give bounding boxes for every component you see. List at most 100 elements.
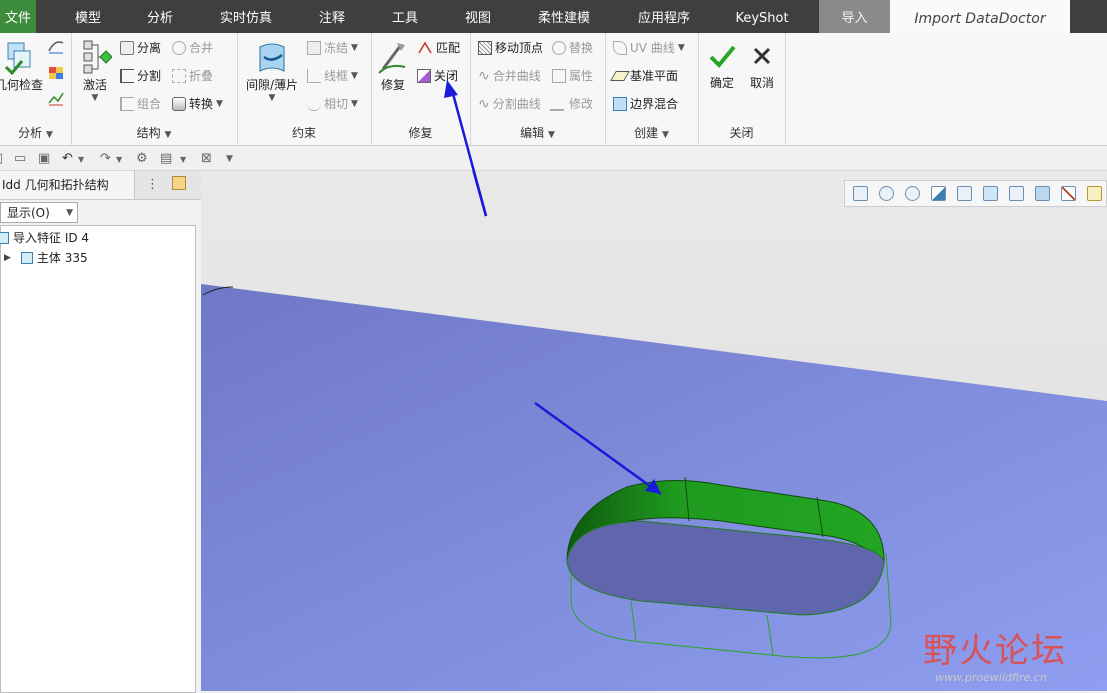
- close-label: 关闭: [434, 69, 459, 83]
- repaint-icon[interactable]: [931, 186, 946, 201]
- tab-geometry-topology[interactable]: Idd 几何和拓扑结构: [0, 171, 135, 199]
- tangent-caret-icon[interactable]: ▼: [351, 99, 358, 109]
- saved-orientations-icon[interactable]: [957, 186, 972, 201]
- tab-realtime-sim[interactable]: 实时仿真: [210, 0, 282, 33]
- wireframe-label: 线框: [324, 69, 349, 83]
- wireframe-caret-icon[interactable]: ▼: [351, 71, 358, 81]
- view-manager-icon[interactable]: [1009, 186, 1024, 201]
- close-window-icon[interactable]: ⊠: [201, 151, 212, 166]
- properties-button[interactable]: 属性: [552, 67, 593, 84]
- activate-caret-icon[interactable]: ▼: [75, 93, 115, 103]
- separate-icon: [120, 40, 134, 55]
- tab-applications[interactable]: 应用程序: [626, 0, 702, 33]
- merge-button[interactable]: 合并: [172, 39, 213, 56]
- tab-model[interactable]: 模型: [60, 0, 116, 33]
- separate-label: 分离: [137, 41, 162, 55]
- merge-label: 合并: [189, 41, 214, 55]
- split-curves-button[interactable]: ∿ 分割曲线: [478, 95, 541, 112]
- display-style-icon[interactable]: [983, 186, 998, 201]
- datum-display-icon[interactable]: [1061, 186, 1076, 201]
- curvature-icon[interactable]: [47, 39, 65, 55]
- show-dropdown-label: 显示(O): [7, 206, 50, 220]
- tab-annotate[interactable]: 注释: [304, 0, 360, 33]
- graphics-viewport[interactable]: 野火论坛 www.proewildfire.cn: [201, 171, 1107, 691]
- match-button[interactable]: 匹配: [417, 39, 460, 56]
- gap-sheet-caret-icon[interactable]: ▼: [241, 93, 303, 103]
- zoom-out-icon[interactable]: [905, 186, 920, 201]
- boundary-blend-icon: [613, 96, 627, 111]
- gap-sheet-button[interactable]: 间隙/薄片 ▼: [241, 39, 303, 103]
- group-structure-label[interactable]: 结构 ▼: [71, 124, 237, 141]
- tab-analysis[interactable]: 分析: [132, 0, 188, 33]
- cancel-button[interactable]: 取消: [744, 41, 780, 91]
- boundary-blend-button[interactable]: 边界混合: [613, 95, 678, 112]
- expand-arrow-icon[interactable]: ▶: [4, 253, 11, 263]
- hierarchy-icon[interactable]: ⋮: [146, 177, 159, 192]
- split-button[interactable]: 分割: [120, 67, 161, 84]
- combine-button[interactable]: 组合: [120, 95, 161, 112]
- modify-button[interactable]: 修改: [549, 95, 593, 112]
- tab-import[interactable]: 导入: [819, 0, 890, 33]
- wireframe-button[interactable]: 线框 ▼: [307, 67, 358, 84]
- show-dropdown[interactable]: 显示(O) ▼: [0, 202, 78, 223]
- group-create-label[interactable]: 创建 ▼: [605, 124, 698, 141]
- layers-icon[interactable]: [172, 176, 186, 190]
- tab-view[interactable]: 视图: [450, 0, 506, 33]
- tree-row-body[interactable]: ▶ 主体 335: [4, 249, 88, 266]
- redo-caret-icon[interactable]: ▼: [116, 155, 122, 164]
- group-analysis-label[interactable]: 分析 ▼: [0, 124, 71, 141]
- watermark-main-text: 野火论坛: [923, 631, 1067, 671]
- replace-button[interactable]: 替换: [552, 39, 593, 56]
- uv-curve-caret-icon[interactable]: ▼: [678, 43, 685, 53]
- tangent-icon: [307, 97, 321, 111]
- freeze-button[interactable]: 冻结 ▼: [307, 39, 358, 56]
- group-edit-label[interactable]: 编辑 ▼: [470, 124, 605, 141]
- tab-file[interactable]: 文件: [0, 0, 36, 33]
- save-icon[interactable]: ▣: [38, 151, 50, 166]
- merge-curves-button[interactable]: ∿ 合并曲线: [478, 67, 541, 84]
- freeze-caret-icon[interactable]: ▼: [351, 43, 358, 53]
- refit-icon[interactable]: [853, 186, 868, 201]
- model-tree-panel: Idd 几何和拓扑结构 ⋮ 显示(O) ▼ 导入特征 ID 4 ▶ 主体 335: [0, 171, 202, 693]
- repair-button[interactable]: 修复: [373, 39, 413, 93]
- close-button[interactable]: 关闭: [417, 67, 458, 84]
- activate-button[interactable]: 激活 ▼: [75, 39, 115, 103]
- geometry-check-button[interactable]: 几何检查: [0, 39, 44, 93]
- convert-caret-icon[interactable]: ▼: [216, 99, 223, 109]
- redo-icon[interactable]: ↷: [100, 151, 111, 166]
- tangent-button[interactable]: 相切 ▼: [307, 95, 358, 112]
- datum-plane-button[interactable]: 基准平面: [610, 67, 679, 84]
- boundary-blend-label: 边界混合: [630, 97, 679, 111]
- cancel-label: 取消: [749, 76, 774, 90]
- convert-button[interactable]: 转换 ▼: [172, 95, 223, 112]
- perspective-icon[interactable]: [1035, 186, 1050, 201]
- regenerate-icon[interactable]: ⚙: [136, 151, 148, 166]
- new-file-icon[interactable]: ▯: [0, 151, 3, 166]
- color-map-icon[interactable]: [47, 65, 65, 81]
- separate-button[interactable]: 分离: [120, 39, 161, 56]
- repair-label: 修复: [380, 78, 405, 92]
- undo-caret-icon[interactable]: ▼: [78, 155, 84, 164]
- undo-icon[interactable]: ↶: [62, 151, 73, 166]
- match-label: 匹配: [436, 41, 461, 55]
- move-vertex-button[interactable]: 移动顶点: [478, 39, 543, 56]
- annotation-display-icon[interactable]: [1087, 186, 1102, 201]
- ok-button[interactable]: 确定: [704, 41, 740, 91]
- tab-flexible-modeling[interactable]: 柔性建模: [528, 0, 600, 33]
- datum-plane-label: 基准平面: [630, 69, 679, 83]
- open-file-icon[interactable]: ▭: [14, 151, 26, 166]
- deviation-icon[interactable]: [47, 91, 65, 107]
- tab-keyshot[interactable]: KeyShot: [722, 0, 802, 33]
- group-constraint: 间隙/薄片 ▼ 冻结 ▼ 线框 ▼ 相切 ▼ 约束: [237, 33, 372, 145]
- fold-button[interactable]: 折叠: [172, 67, 213, 84]
- customize-caret-icon[interactable]: ▼: [226, 154, 233, 164]
- zoom-in-icon[interactable]: [879, 186, 894, 201]
- tab-import-datadoctor[interactable]: Import DataDoctor: [890, 0, 1070, 33]
- windows-caret-icon[interactable]: ▼: [180, 155, 186, 164]
- tab-tools[interactable]: 工具: [377, 0, 433, 33]
- combine-icon: [120, 96, 134, 111]
- windows-icon[interactable]: ▤: [160, 151, 172, 166]
- tree-row-import-feature[interactable]: 导入特征 ID 4: [0, 229, 89, 246]
- geometry-check-icon: [4, 42, 31, 76]
- uv-curve-button[interactable]: UV 曲线 ▼: [613, 39, 685, 56]
